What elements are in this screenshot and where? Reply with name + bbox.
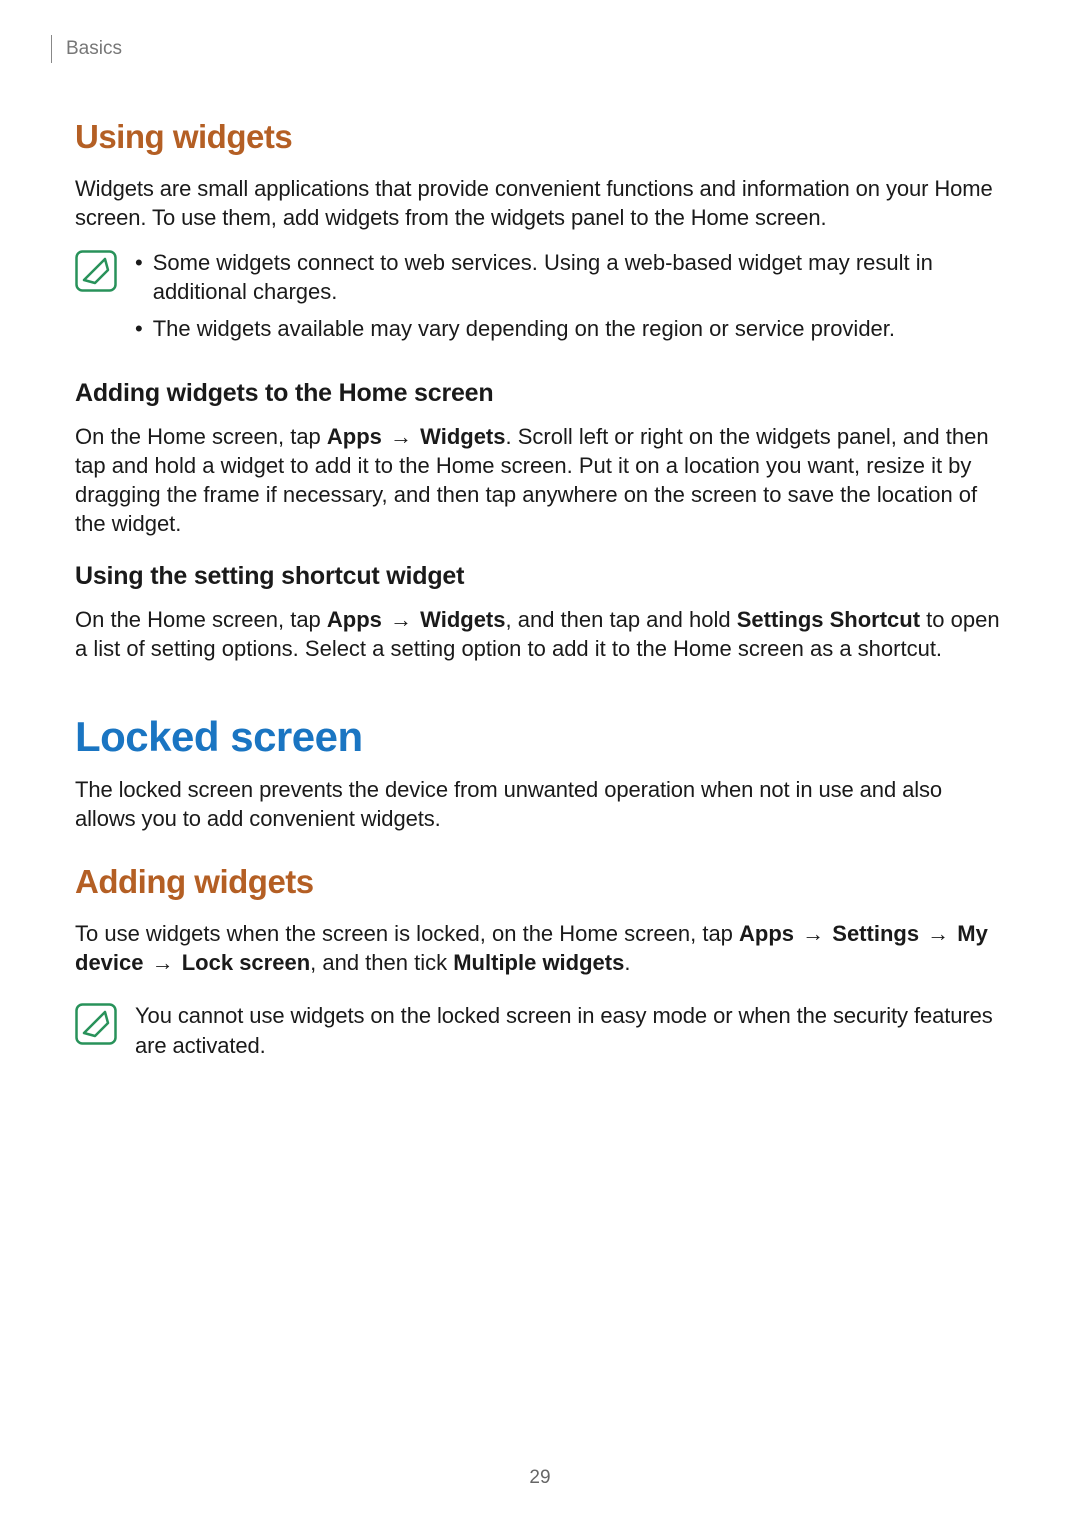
- arrow-segment: →: [382, 424, 420, 449]
- note-block-locked: You cannot use widgets on the locked scr…: [75, 1001, 1005, 1059]
- text-segment: On the Home screen, tap: [75, 424, 327, 449]
- section-locked-screen-title: Locked screen: [75, 713, 1005, 761]
- note-content: You cannot use widgets on the locked scr…: [135, 1001, 1005, 1059]
- bold-segment: Multiple widgets: [453, 950, 624, 975]
- text-segment: , and then tick: [310, 950, 453, 975]
- section-using-widgets-intro: Widgets are small applications that prov…: [75, 174, 1005, 232]
- bold-segment: Widgets: [420, 424, 505, 449]
- text-segment: , and then tap and hold: [506, 607, 737, 632]
- header-separator: [51, 35, 52, 63]
- bold-segment: Settings: [832, 921, 919, 946]
- section-adding-widgets-body: To use widgets when the screen is locked…: [75, 919, 1005, 977]
- bold-segment: Lock screen: [182, 950, 310, 975]
- subsection-setting-shortcut-title: Using the setting shortcut widget: [75, 562, 1005, 591]
- bold-segment: Settings Shortcut: [737, 607, 920, 632]
- note-bullet-2: • The widgets available may vary dependi…: [135, 314, 1005, 343]
- bullet-dot-icon: •: [135, 248, 143, 277]
- bullet-dot-icon: •: [135, 314, 143, 343]
- page-number: 29: [0, 1467, 1080, 1489]
- text-segment: To use widgets when the screen is locked…: [75, 921, 739, 946]
- note-locked-text: You cannot use widgets on the locked scr…: [135, 1001, 1005, 1059]
- arrow-segment: →: [919, 921, 957, 946]
- bold-segment: Apps: [327, 607, 382, 632]
- note-content: • Some widgets connect to web services. …: [135, 248, 1005, 351]
- section-adding-widgets-title: Adding widgets: [75, 863, 1005, 901]
- bold-segment: Apps: [739, 921, 794, 946]
- note-block-widgets: • Some widgets connect to web services. …: [75, 248, 1005, 351]
- note-icon: [75, 250, 117, 297]
- section-locked-screen-intro: The locked screen prevents the device fr…: [75, 775, 1005, 833]
- text-segment: .: [624, 950, 630, 975]
- subsection-setting-shortcut-body: On the Home screen, tap Apps → Widgets, …: [75, 605, 1005, 663]
- bold-segment: Apps: [327, 424, 382, 449]
- manual-page: Basics Using widgets Widgets are small a…: [0, 0, 1080, 1527]
- arrow-segment: →: [794, 921, 832, 946]
- note-icon: [75, 1003, 117, 1050]
- section-using-widgets-title: Using widgets: [75, 118, 1005, 156]
- bold-segment: Widgets: [420, 607, 505, 632]
- arrow-segment: →: [382, 607, 420, 632]
- arrow-segment: →: [144, 950, 182, 975]
- page-header: Basics: [75, 35, 1005, 63]
- note-bullet-1-text: Some widgets connect to web services. Us…: [153, 248, 1005, 306]
- note-bullet-1: • Some widgets connect to web services. …: [135, 248, 1005, 306]
- header-category: Basics: [66, 38, 122, 60]
- note-bullet-2-text: The widgets available may vary depending…: [153, 314, 895, 343]
- subsection-adding-widgets-home-title: Adding widgets to the Home screen: [75, 379, 1005, 408]
- subsection-adding-widgets-home-body: On the Home screen, tap Apps → Widgets. …: [75, 422, 1005, 538]
- text-segment: On the Home screen, tap: [75, 607, 327, 632]
